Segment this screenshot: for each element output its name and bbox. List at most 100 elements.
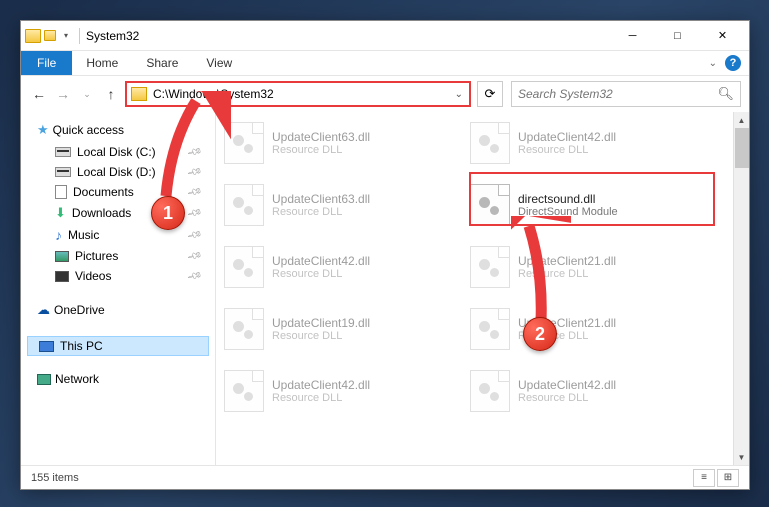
refresh-button[interactable]: ⟳ [477,81,503,107]
file-name: UpdateClient42.dll [518,130,616,144]
file-item[interactable]: UpdateClient21.dllResource DLL [466,304,706,354]
cloud-icon: ☁ [37,302,50,318]
sidebar-item-label: Videos [75,269,111,283]
search-box[interactable]: 🔍︎ [511,81,741,107]
address-bar[interactable]: C:\Windows\System32 ⌄ [125,81,471,107]
dll-file-icon [470,308,510,350]
file-item[interactable]: UpdateClient63.dllResource DLL [220,118,460,168]
onedrive-label: OneDrive [54,303,105,317]
file-name: UpdateClient19.dll [272,316,370,330]
pin-icon: 📌︎ [186,184,203,200]
sidebar-item-label: Downloads [72,206,131,220]
scroll-down-icon[interactable]: ▼ [734,449,749,465]
file-desc: Resource DLL [518,144,616,156]
sidebar-item-music[interactable]: ♪ Music 📌︎ [27,224,209,246]
file-content-area: UpdateClient63.dllResource DLL UpdateCli… [216,112,749,465]
dll-file-icon [470,122,510,164]
search-input[interactable] [518,87,717,101]
sidebar-item-label: Documents [73,185,134,199]
pin-icon: 📌︎ [186,164,203,180]
file-item[interactable]: UpdateClient42.dllResource DLL [466,366,706,416]
file-desc: Resource DLL [272,144,370,156]
file-item[interactable]: UpdateClient42.dllResource DLL [466,118,706,168]
window-title: System32 [86,29,139,43]
sidebar-item-disk-c[interactable]: Local Disk (C:) 📌︎ [27,142,209,162]
dll-file-icon [224,308,264,350]
titlebar: ▾ System32 ─ □ ✕ [21,21,749,51]
tab-view[interactable]: View [192,52,246,74]
titlebar-separator [79,28,80,44]
dll-file-icon [224,184,264,226]
file-desc: Resource DLL [272,268,370,280]
sidebar-item-documents[interactable]: Documents 📌︎ [27,182,209,202]
close-button[interactable]: ✕ [700,21,745,50]
ribbon-tabs: File Home Share View ⌄ ? [21,51,749,76]
file-name: UpdateClient63.dll [272,130,370,144]
file-item[interactable]: UpdateClient63.dllResource DLL [220,180,460,230]
sidebar-this-pc[interactable]: This PC [27,336,209,356]
this-pc-label: This PC [60,339,103,353]
address-path[interactable]: C:\Windows\System32 [151,87,449,101]
tab-file[interactable]: File [21,51,72,75]
dll-file-icon [470,184,510,226]
sidebar-item-label: Pictures [75,249,118,263]
dll-file-icon [224,370,264,412]
tab-home[interactable]: Home [72,52,132,74]
dll-file-icon [224,122,264,164]
file-item[interactable]: UpdateClient21.dllResource DLL [466,242,706,292]
videos-icon [55,271,69,282]
music-icon: ♪ [55,227,62,243]
star-icon: ★ [37,122,49,138]
address-folder-icon [131,87,147,101]
status-bar: 155 items ≡ ⊞ [21,465,749,489]
nav-history-icon[interactable]: ⌄ [77,84,97,104]
sidebar-quick-access[interactable]: ★Quick access [27,120,209,142]
view-details-button[interactable]: ≡ [693,469,715,487]
document-icon [55,185,67,199]
nav-forward-button[interactable]: → [53,84,73,104]
file-item[interactable]: UpdateClient42.dllResource DLL [220,366,460,416]
annotation-badge-2: 2 [523,317,557,351]
file-name: UpdateClient63.dll [272,192,370,206]
address-dropdown-icon[interactable]: ⌄ [449,89,469,100]
pc-icon [39,341,54,352]
ribbon-expand-icon[interactable]: ⌄ [709,58,717,69]
file-desc: Resource DLL [518,268,616,280]
file-desc: Resource DLL [272,392,370,404]
window-folder-icon [25,29,41,43]
nav-back-button[interactable]: ← [29,84,49,104]
disk-icon [55,147,71,157]
pin-icon: 📌︎ [186,205,203,221]
sidebar-network[interactable]: Network [27,370,209,390]
maximize-button[interactable]: □ [655,21,700,50]
search-icon[interactable]: 🔍︎ [717,86,734,102]
tab-share[interactable]: Share [132,52,192,74]
file-item[interactable]: UpdateClient42.dllResource DLL [220,242,460,292]
sidebar-item-label: Local Disk (C:) [77,145,156,159]
scrollbar-vertical[interactable]: ▲ ▼ [733,112,749,465]
sidebar-item-label: Music [68,228,99,242]
explorer-window: ▾ System32 ─ □ ✕ File Home Share View ⌄ … [20,20,750,490]
sidebar-item-videos[interactable]: Videos 📌︎ [27,266,209,286]
dll-file-icon [470,370,510,412]
qat-dropdown-icon[interactable]: ▾ [59,29,73,43]
pin-icon: 📌︎ [186,144,203,160]
file-name: UpdateClient42.dll [272,254,370,268]
sidebar-item-disk-d[interactable]: Local Disk (D:)📌︎ [27,162,209,182]
minimize-button[interactable]: ─ [610,21,655,50]
help-icon[interactable]: ? [725,55,741,71]
file-name: UpdateClient42.dll [518,378,616,392]
nav-up-button[interactable]: ↑ [101,84,121,104]
file-item-directsound[interactable]: directsound.dllDirectSound Module [466,180,706,230]
file-desc: Resource DLL [272,206,370,218]
sidebar-onedrive[interactable]: ☁ OneDrive [27,300,209,322]
file-item[interactable]: UpdateClient19.dllResource DLL [220,304,460,354]
view-icons-button[interactable]: ⊞ [717,469,739,487]
sidebar-item-pictures[interactable]: Pictures📌︎ [27,246,209,266]
pin-icon: 📌︎ [186,268,203,284]
scroll-thumb[interactable] [735,128,749,168]
scroll-up-icon[interactable]: ▲ [734,112,749,128]
pin-icon: 📌︎ [186,227,203,243]
qat-item-icon[interactable] [43,29,57,43]
file-name: directsound.dll [518,192,618,206]
